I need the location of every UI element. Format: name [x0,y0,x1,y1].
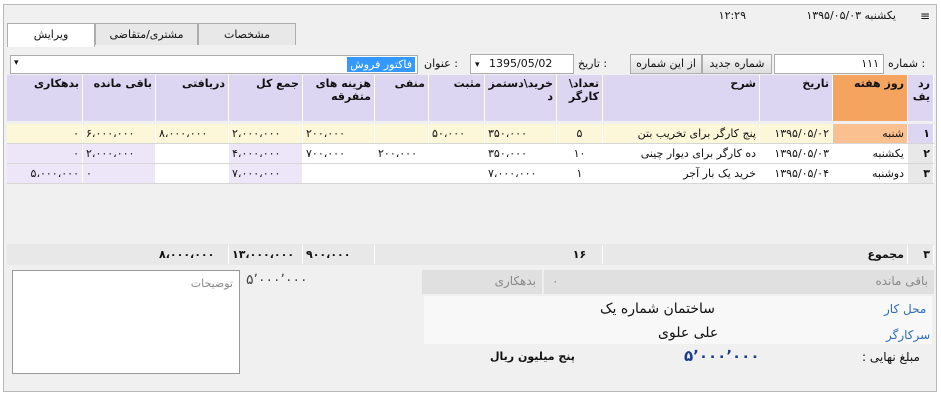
title-label: عنوان : [424,57,458,70]
foreman-value[interactable]: علی علوی [658,325,718,341]
col-day[interactable]: روز هفته [833,75,908,121]
cell-date[interactable]: ۱۳۹۵/۰۵/۰۳ [760,144,833,163]
tab-details[interactable]: مشخصات [198,23,296,45]
cell-wage[interactable]: ۳۵۰،۰۰۰ [485,144,557,163]
new-number-button[interactable]: شماره جدید [702,54,772,74]
worksite-value[interactable]: ساختمان شماره یک [600,301,715,317]
col-count[interactable]: تعداد\ کارگر [557,75,603,121]
final-value: ۵٬۰۰۰٬۰۰۰ [684,347,760,365]
remain-value: ۰ [552,274,559,288]
from-this-number-button[interactable]: از این شماره [630,54,702,74]
chevron-down-icon: ▾ [14,58,19,68]
cell-desc[interactable]: پنج کارگر برای تخریب بتن [603,124,760,143]
chevron-down-icon: ▾ [475,60,480,70]
col-total[interactable]: جمع کل [229,75,303,121]
cell-received[interactable] [156,164,229,183]
debt-label: بدهکاری [494,274,536,288]
totals-label: مجموع [833,245,908,264]
cell-received[interactable]: ۸،۰۰۰،۰۰۰ [156,124,229,143]
date-label: تاریخ : [578,57,608,70]
worksite-label[interactable]: محل کار [884,302,926,316]
cell-remain: ۰ [83,164,156,183]
title-value: فاکتور فروش [347,57,415,72]
row-number: ۱ [908,124,934,143]
totals-misc: ۹۰۰،۰۰۰ [303,245,375,264]
tab-customer[interactable]: مشتری/متقاضی [95,23,198,45]
totals-count: ۱۶ [557,245,603,264]
status-line: ≡ یکشنبه ۱۳۹۵/۰۵/۰۳ ۱۲:۲۹ [4,5,936,25]
cell-plus[interactable]: ۵۰،۰۰۰ [429,124,485,143]
col-wage[interactable]: خرید\دستمز د [485,75,557,121]
tab-edit[interactable]: ویرایش [7,23,95,47]
cell-debt: ۵،۰۰۰،۰۰۰ [7,164,83,183]
totals-number: ۳ [908,245,934,264]
tab-strip: ویرایش مشتری/متقاضی مشخصات [7,23,297,47]
cell-minus[interactable]: ۲۰۰،۰۰۰ [375,144,429,163]
debt-value: ۵٬۰۰۰٬۰۰۰ [246,272,308,288]
cell-remain: ۲،۰۰۰،۰۰۰ [83,144,156,163]
current-date: یکشنبه ۱۳۹۵/۰۵/۰۳ [806,9,896,22]
cell-remain: ۶،۰۰۰،۰۰۰ [83,124,156,143]
cell-count[interactable]: ۵ [557,124,603,143]
row-number: ۳ [908,164,934,183]
col-debt[interactable]: بدهکاری [7,75,83,121]
col-remain[interactable]: باقی مانده [83,75,156,121]
cell-misc[interactable]: ۷۰۰،۰۰۰ [303,144,375,163]
cell-misc[interactable] [303,164,375,183]
col-date[interactable]: تاریخ [760,75,833,121]
notes-placeholder: توضیحات [190,277,233,290]
cell-wage[interactable]: ۷،۰۰۰،۰۰۰ [485,164,557,183]
foreman-label[interactable]: سرکارگر [886,328,930,342]
col-received[interactable]: دریافتی [156,75,229,121]
current-time: ۱۲:۲۹ [718,9,746,22]
totals-row: ۳ مجموع ۱۶ ۹۰۰،۰۰۰ ۱۳،۰۰۰،۰۰۰ ۸،۰۰۰،۰۰۰ [7,244,934,265]
row-number: ۲ [908,144,934,163]
remain-box: باقی مانده ۰ [544,270,934,294]
cell-received[interactable] [156,144,229,163]
col-misc[interactable]: هزینه های متفرقه [303,75,375,121]
col-row[interactable]: رد یف [908,75,934,121]
work-grid: رد یف روز هفته تاریخ شرح تعداد\ کارگر خر… [7,75,934,265]
cell-total: ۷،۰۰۰،۰۰۰ [229,164,303,183]
cell-minus[interactable] [375,124,429,143]
totals-received: ۸،۰۰۰،۰۰۰ [156,245,229,264]
date-value: 1395/05/02 [489,57,553,70]
cell-day[interactable]: دوشنبه [833,164,908,183]
remain-label: باقی مانده [875,274,928,288]
col-plus[interactable]: مثبت [429,75,485,121]
title-combo[interactable]: ▾ فاکتور فروش [10,55,418,74]
cell-desc[interactable]: خرید یک بار آجر [603,164,760,183]
final-words: پنج میلیون ریال [490,350,575,363]
cell-desc[interactable]: ده کارگر برای دیوار چینی [603,144,760,163]
date-picker[interactable]: ▾ 1395/05/02 [470,54,574,74]
cell-date[interactable]: ۱۳۹۵/۰۵/۰۴ [760,164,833,183]
invoice-window: ≡ یکشنبه ۱۳۹۵/۰۵/۰۳ ۱۲:۲۹ ویرایش مشتری/م… [3,4,937,392]
cell-plus[interactable] [429,144,485,163]
cell-count[interactable]: ۱۰ [557,144,603,163]
number-field[interactable]: ۱۱۱ [774,54,884,74]
cell-date[interactable]: ۱۳۹۵/۰۵/۰۲ [760,124,833,143]
final-label: مبلغ نهایی : [862,350,920,364]
number-label: شماره : [888,57,926,70]
cell-total: ۴،۰۰۰،۰۰۰ [229,144,303,163]
col-desc[interactable]: شرح [603,75,760,121]
cell-day[interactable]: شنبه [833,124,908,143]
col-minus[interactable]: منفی [375,75,429,121]
cell-minus[interactable] [375,164,429,183]
cell-debt: ۰ [7,124,83,143]
final-amount-bar: مبلغ نهایی : ۵٬۰۰۰٬۰۰۰ پنج میلیون ریال [4,346,936,368]
totals-total: ۱۳،۰۰۰،۰۰۰ [229,245,303,264]
menu-icon[interactable]: ≡ [920,9,930,23]
cell-wage[interactable]: ۳۵۰،۰۰۰ [485,124,557,143]
cell-day[interactable]: یکشنبه [833,144,908,163]
cell-plus[interactable] [429,164,485,183]
cell-count[interactable]: ۱ [557,164,603,183]
cell-total: ۲،۰۰۰،۰۰۰ [229,124,303,143]
cell-misc[interactable]: ۲۰۰،۰۰۰ [303,124,375,143]
debt-label-box: بدهکاری [422,270,542,294]
cell-debt: ۰ [7,144,83,163]
